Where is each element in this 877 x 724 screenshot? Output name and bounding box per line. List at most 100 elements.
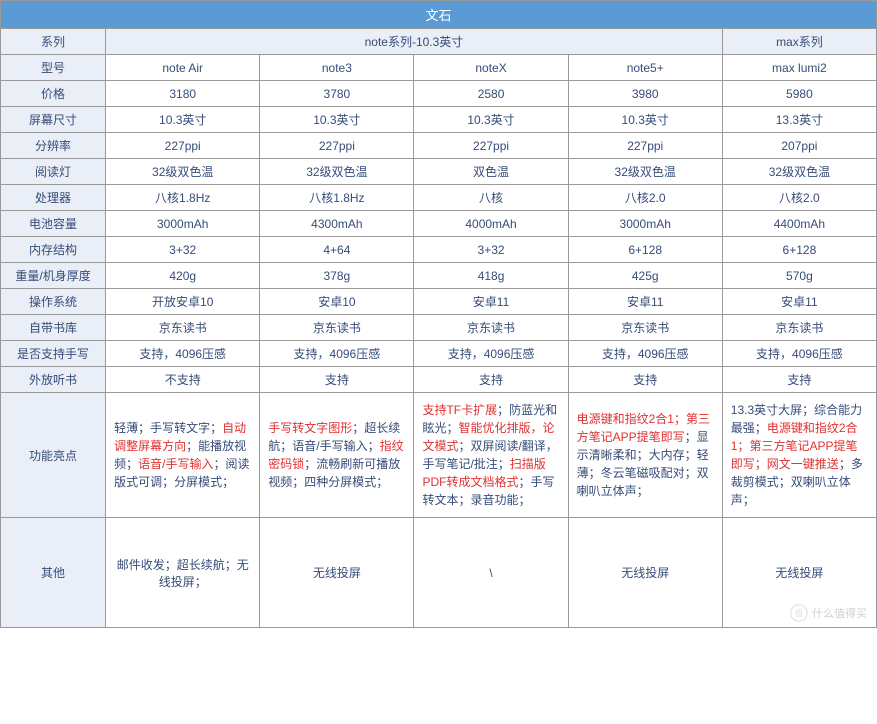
row-battery: 电池容量3000mAh4300mAh4000mAh3000mAh4400mAh xyxy=(1,211,877,237)
cell-os-note5p: 安卓11 xyxy=(568,289,722,315)
cell-weight-noteX: 418g xyxy=(414,263,568,289)
cell-model-maxlumi2: max lumi2 xyxy=(722,55,876,81)
row-os: 操作系统开放安卓10安卓10安卓11安卓11安卓11 xyxy=(1,289,877,315)
series-row: 系列 note系列-10.3英寸 max系列 xyxy=(1,29,877,55)
cell-screen-noteAir: 10.3英寸 xyxy=(106,107,260,133)
cell-tts-maxlumi2: 支持 xyxy=(722,367,876,393)
row-tts: 外放听书不支持支持支持支持支持 xyxy=(1,367,877,393)
cell-feat-maxlumi2: 13.3英寸大屏；综合能力最强；电源键和指纹2合1；第三方笔记APP提笔即写；网… xyxy=(722,393,876,518)
cell-store-maxlumi2: 京东读书 xyxy=(722,315,876,341)
row-weight: 重量/机身厚度420g378g418g425g570g xyxy=(1,263,877,289)
cell-tts-noteX: 支持 xyxy=(414,367,568,393)
brand-title: 文石 xyxy=(1,1,877,29)
cell-os-noteAir: 开放安卓10 xyxy=(106,289,260,315)
cell-battery-note5p: 3000mAh xyxy=(568,211,722,237)
max-series-header: max系列 xyxy=(722,29,876,55)
cell-model-note3: note3 xyxy=(260,55,414,81)
cell-store-noteAir: 京东读书 xyxy=(106,315,260,341)
cell-feat-note5p: 电源键和指纹2合1；第三方笔记APP提笔即写；显示清晰柔和；大内存；轻薄；冬云笔… xyxy=(568,393,722,518)
cell-price-note5p: 3980 xyxy=(568,81,722,107)
cell-weight-noteAir: 420g xyxy=(106,263,260,289)
cell-storage-maxlumi2: 6+128 xyxy=(722,237,876,263)
cell-storage-note3: 4+64 xyxy=(260,237,414,263)
svg-text:值: 值 xyxy=(795,608,803,618)
cell-feat-noteX: 支持TF卡扩展；防蓝光和眩光；智能优化排版，论文模式；双屏阅读/翻译，手写笔记/… xyxy=(414,393,568,518)
cell-weight-maxlumi2: 570g xyxy=(722,263,876,289)
cell-light-note5p: 32级双色温 xyxy=(568,159,722,185)
cell-battery-maxlumi2: 4400mAh xyxy=(722,211,876,237)
row-label-os: 操作系统 xyxy=(1,289,106,315)
cell-light-maxlumi2: 32级双色温 xyxy=(722,159,876,185)
row-light: 阅读灯32级双色温32级双色温双色温32级双色温32级双色温 xyxy=(1,159,877,185)
row-other: 其他邮件收发；超长续航；无线投屏；无线投屏\无线投屏无线投屏 xyxy=(1,518,877,628)
cell-tts-noteAir: 不支持 xyxy=(106,367,260,393)
cell-price-note3: 3780 xyxy=(260,81,414,107)
cell-battery-note3: 4300mAh xyxy=(260,211,414,237)
row-label-price: 价格 xyxy=(1,81,106,107)
cell-ppi-noteAir: 227ppi xyxy=(106,133,260,159)
row-label-model: 型号 xyxy=(1,55,106,81)
cell-other-note3: 无线投屏 xyxy=(260,518,414,628)
cell-light-noteAir: 32级双色温 xyxy=(106,159,260,185)
cell-store-note3: 京东读书 xyxy=(260,315,414,341)
row-label-ppi: 分辨率 xyxy=(1,133,106,159)
cell-price-noteAir: 3180 xyxy=(106,81,260,107)
cell-store-note5p: 京东读书 xyxy=(568,315,722,341)
cell-other-noteAir: 邮件收发；超长续航；无线投屏； xyxy=(106,518,260,628)
cell-storage-noteAir: 3+32 xyxy=(106,237,260,263)
row-screen: 屏幕尺寸10.3英寸10.3英寸10.3英寸10.3英寸13.3英寸 xyxy=(1,107,877,133)
cell-price-noteX: 2580 xyxy=(414,81,568,107)
row-label-battery: 电池容量 xyxy=(1,211,106,237)
cell-pen-noteX: 支持，4096压感 xyxy=(414,341,568,367)
row-label-tts: 外放听书 xyxy=(1,367,106,393)
cell-model-noteX: noteX xyxy=(414,55,568,81)
cell-light-note3: 32级双色温 xyxy=(260,159,414,185)
cell-tts-note3: 支持 xyxy=(260,367,414,393)
row-label-light: 阅读灯 xyxy=(1,159,106,185)
row-feat: 功能亮点轻薄；手写转文字；自动调整屏幕方向；能播放视频；语音/手写输入；阅读版式… xyxy=(1,393,877,518)
cell-os-maxlumi2: 安卓11 xyxy=(722,289,876,315)
cell-model-note5p: note5+ xyxy=(568,55,722,81)
cell-light-noteX: 双色温 xyxy=(414,159,568,185)
cell-other-noteX: \ xyxy=(414,518,568,628)
cell-other-note5p: 无线投屏 xyxy=(568,518,722,628)
row-pen: 是否支持手写支持，4096压感支持，4096压感支持，4096压感支持，4096… xyxy=(1,341,877,367)
title-row: 文石 xyxy=(1,1,877,29)
row-label-storage: 内存结构 xyxy=(1,237,106,263)
cell-battery-noteX: 4000mAh xyxy=(414,211,568,237)
cell-feat-noteAir: 轻薄；手写转文字；自动调整屏幕方向；能播放视频；语音/手写输入；阅读版式可调；分… xyxy=(106,393,260,518)
row-label-other: 其他 xyxy=(1,518,106,628)
row-ppi: 分辨率227ppi227ppi227ppi227ppi207ppi xyxy=(1,133,877,159)
cell-ppi-note5p: 227ppi xyxy=(568,133,722,159)
cell-store-noteX: 京东读书 xyxy=(414,315,568,341)
row-store: 自带书库京东读书京东读书京东读书京东读书京东读书 xyxy=(1,315,877,341)
cell-screen-note3: 10.3英寸 xyxy=(260,107,414,133)
row-label-screen: 屏幕尺寸 xyxy=(1,107,106,133)
cell-screen-note5p: 10.3英寸 xyxy=(568,107,722,133)
cell-weight-note5p: 425g xyxy=(568,263,722,289)
cell-pen-noteAir: 支持，4096压感 xyxy=(106,341,260,367)
cell-cpu-note5p: 八核2.0 xyxy=(568,185,722,211)
watermark: 值 什么值得买 xyxy=(790,604,867,622)
comparison-table: 文石 系列 note系列-10.3英寸 max系列 型号note Airnote… xyxy=(0,0,877,628)
cell-os-noteX: 安卓11 xyxy=(414,289,568,315)
cell-weight-note3: 378g xyxy=(260,263,414,289)
cell-pen-note3: 支持，4096压感 xyxy=(260,341,414,367)
row-cpu: 处理器八核1.8Hz八核1.8Hz八核八核2.0八核2.0 xyxy=(1,185,877,211)
cell-tts-note5p: 支持 xyxy=(568,367,722,393)
cell-cpu-noteAir: 八核1.8Hz xyxy=(106,185,260,211)
row-label-cpu: 处理器 xyxy=(1,185,106,211)
cell-storage-noteX: 3+32 xyxy=(414,237,568,263)
cell-model-noteAir: note Air xyxy=(106,55,260,81)
row-label-store: 自带书库 xyxy=(1,315,106,341)
cell-ppi-maxlumi2: 207ppi xyxy=(722,133,876,159)
cell-cpu-maxlumi2: 八核2.0 xyxy=(722,185,876,211)
cell-ppi-note3: 227ppi xyxy=(260,133,414,159)
cell-battery-noteAir: 3000mAh xyxy=(106,211,260,237)
note-series-header: note系列-10.3英寸 xyxy=(106,29,723,55)
cell-screen-maxlumi2: 13.3英寸 xyxy=(722,107,876,133)
cell-price-maxlumi2: 5980 xyxy=(722,81,876,107)
cell-feat-note3: 手写转文字图形；超长续航；语音/手写输入；指纹密码锁；流畅刷新可播放视频；四种分… xyxy=(260,393,414,518)
row-label-pen: 是否支持手写 xyxy=(1,341,106,367)
cell-storage-note5p: 6+128 xyxy=(568,237,722,263)
